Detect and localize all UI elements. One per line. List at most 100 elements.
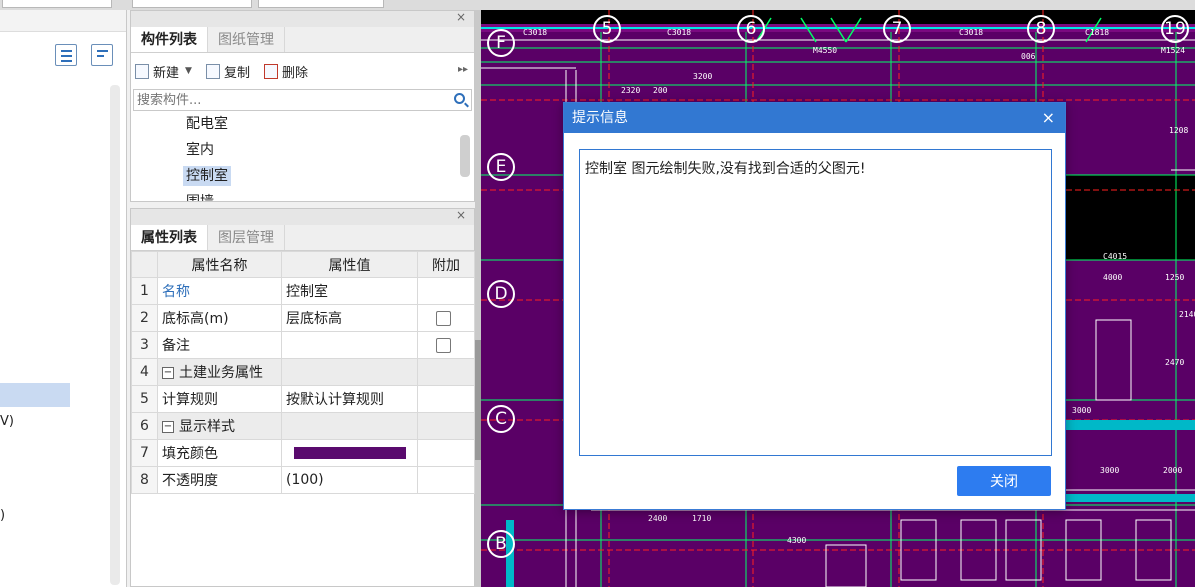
cad-label: 3000 [1100,466,1120,475]
new-button[interactable]: 新建 ▼ [135,62,192,81]
list-view-button[interactable] [55,44,77,66]
table-row[interactable]: 6 − 显示样式 [131,412,475,440]
row-number: 3 [131,331,158,359]
left-panel-header [0,10,126,32]
table-row[interactable]: 5 计算规则 按默认计算规则 [131,385,475,413]
property-name: 不透明度 [157,466,282,494]
cad-label: 1208 [1169,126,1189,135]
panel-close-icon[interactable]: × [456,208,466,222]
group-label: 土建业务属性 [179,365,263,381]
delete-button[interactable]: 删除 [263,62,308,81]
new-icon [135,63,149,79]
cad-label: 2000 [1163,466,1183,475]
chevron-down-icon[interactable]: ▼ [185,66,192,76]
search-icon[interactable] [454,93,465,104]
cad-label: C1818 [1085,28,1110,37]
cad-label: 2140 [1179,310,1195,319]
cad-label: M4550 [813,46,838,55]
panel-close-icon[interactable]: × [456,10,466,24]
nav-selected-item[interactable] [0,383,70,407]
search-input[interactable] [134,90,444,110]
cad-label: 1710 [692,514,712,523]
close-icon[interactable]: × [1042,103,1055,133]
table-row[interactable]: 2 底标高(m) 层底标高 [131,304,475,332]
property-group[interactable]: − 显示样式 [157,412,282,440]
fill-color-swatch[interactable] [294,447,406,459]
table-row[interactable]: 1 名称 控制室 [131,277,475,305]
list-item[interactable]: 室内 [131,137,474,163]
component-list-panel: × 构件列表 图纸管理 新建 ▼ 复制 删除 ▸▸ 配电室 室内 控制室 围墙 [130,10,475,202]
column-header: 属性名称 [157,251,282,278]
property-extra [417,277,475,305]
property-value[interactable] [281,439,418,467]
tab-property-list[interactable]: 属性列表 [131,225,208,250]
column-header [131,251,158,278]
cad-label: C4015 [1103,252,1128,261]
dialog-message: 控制室 图元绘制失败,没有找到合适的父图元! [585,161,866,177]
property-group[interactable]: − 土建业务属性 [157,358,282,386]
property-list-panel: × 属性列表 图层管理 属性名称 属性值 附加 1 名称 控制室 2 底标高(m… [130,208,475,587]
property-extra [417,331,475,359]
property-table: 属性名称 属性值 附加 1 名称 控制室 2 底标高(m) 层底标高 3 备注 … [131,251,475,494]
column-header: 属性值 [281,251,418,278]
property-value[interactable] [281,331,418,359]
copy-label: 复制 [223,65,250,81]
left-navigation-panel: V) ) [0,10,127,587]
nav-item-fragment[interactable]: V) [0,414,14,429]
property-value[interactable]: 控制室 [281,277,418,305]
axis-letter-E: E [487,153,515,181]
collapse-icon[interactable]: − [162,421,174,433]
property-name: 计算规则 [157,385,282,413]
card-view-button[interactable] [91,44,113,66]
property-tabs: 属性列表 图层管理 [131,225,474,251]
delete-label: 删除 [281,65,308,81]
axis-letter-F: F [487,29,515,57]
copy-button[interactable]: 复制 [205,62,250,81]
property-extra [417,439,475,467]
toolbar-overflow-icon[interactable]: ▸▸ [458,64,468,75]
table-row[interactable]: 4 − 土建业务属性 [131,358,475,386]
table-row[interactable]: 8 不透明度 (100) [131,466,475,494]
table-row[interactable]: 7 填充颜色 [131,439,475,467]
column-header: 附加 [417,251,475,278]
component-search [133,89,472,111]
tab-layer-management[interactable]: 图层管理 [208,225,285,250]
property-value[interactable]: 层底标高 [281,304,418,332]
property-value [281,358,418,386]
component-tabs: 构件列表 图纸管理 [131,27,474,53]
row-number: 1 [131,277,158,305]
cad-label: 006 [1021,52,1036,61]
property-extra [417,358,475,386]
checkbox[interactable] [436,310,451,326]
list-scrollbar[interactable] [460,135,470,177]
table-row[interactable]: 3 备注 [131,331,475,359]
tab-drawing-management[interactable]: 图纸管理 [208,27,285,52]
close-button[interactable]: 关闭 [957,466,1051,496]
property-extra [417,304,475,332]
property-value[interactable]: 按默认计算规则 [281,385,418,413]
left-panel-scrollbar[interactable] [110,85,120,585]
toolbar-field-3[interactable] [258,0,384,8]
cad-label: 2320 [621,86,641,95]
toolbar-field-2[interactable] [132,0,252,8]
toolbar-field-1[interactable] [2,0,112,8]
row-number: 6 [131,412,158,440]
tab-component-list[interactable]: 构件列表 [131,27,208,52]
component-toolbar: 新建 ▼ 复制 删除 ▸▸ [131,53,474,89]
checkbox[interactable] [436,337,451,353]
nav-item-fragment[interactable]: ) [0,508,5,523]
component-list: 配电室 室内 控制室 围墙 [131,111,474,201]
list-item-selected[interactable]: 控制室 [131,163,474,189]
property-name: 底标高(m) [157,304,282,332]
list-item[interactable]: 围墙 [131,189,474,201]
collapse-icon[interactable]: − [162,367,174,379]
list-item[interactable]: 配电室 [131,111,474,137]
row-number: 2 [131,304,158,332]
cad-label: 1250 [1165,273,1185,282]
row-number: 8 [131,466,158,494]
copy-icon [205,63,220,79]
property-value[interactable]: (100) [281,466,418,494]
dialog-message-box: 控制室 图元绘制失败,没有找到合适的父图元! [579,149,1052,456]
new-label: 新建 [153,65,180,81]
cad-label: 3000 [1072,406,1092,415]
